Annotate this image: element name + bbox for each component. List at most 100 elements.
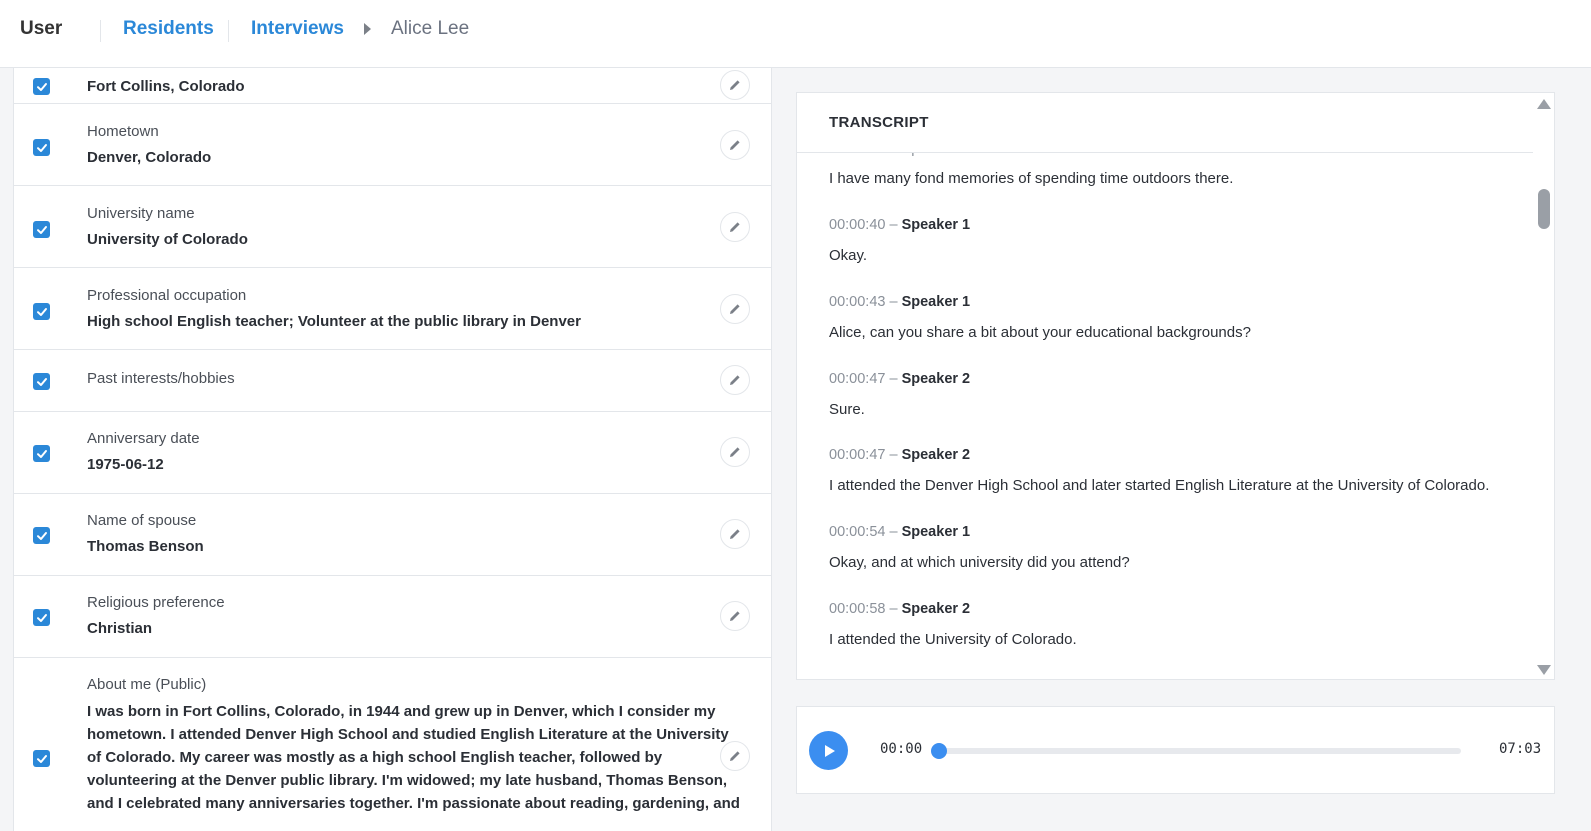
check-icon xyxy=(36,143,47,152)
about-line: I was born in Fort Collins, Colorado, in… xyxy=(87,703,716,720)
resident-fields-list: Fort Collins, Colorado Hometown Denver, … xyxy=(13,68,772,831)
field-row-hometown: Hometown Denver, Colorado xyxy=(14,104,771,186)
check-icon xyxy=(36,377,47,386)
field-row-birthplace: Fort Collins, Colorado xyxy=(14,68,771,104)
transcript-meta: 00:00:40 – Speaker 1 xyxy=(829,217,1519,239)
edit-button[interactable] xyxy=(720,212,750,242)
transcript-header: TRANSCRIPT xyxy=(797,93,1533,153)
field-label: Professional occupation xyxy=(87,287,247,304)
about-line: hometown. I attended Denver High School … xyxy=(87,726,729,743)
transcript-speaker: Speaker 1 xyxy=(901,294,971,310)
transcript-separator: – xyxy=(889,601,898,617)
field-checkbox[interactable] xyxy=(33,303,50,320)
field-value: 1975-06-12 xyxy=(87,456,164,473)
transcript-separator: – xyxy=(889,217,898,233)
transcript-separator: – xyxy=(889,294,898,310)
pencil-icon xyxy=(730,80,740,90)
check-icon xyxy=(36,449,47,458)
transcript-text: Sure. xyxy=(829,401,865,418)
transcript-text: Alice, can you share a bit about your ed… xyxy=(829,324,1251,341)
field-label: Anniversary date xyxy=(87,430,200,447)
field-checkbox[interactable] xyxy=(33,750,50,767)
about-line: and I celebrated many anniversaries toge… xyxy=(87,795,740,812)
edit-button[interactable] xyxy=(720,294,750,324)
transcript-time: 00:00:47 xyxy=(829,447,886,463)
pencil-icon xyxy=(730,375,740,385)
transcript-text: Okay. xyxy=(829,247,868,264)
scroll-up-arrow-icon[interactable] xyxy=(1537,99,1551,109)
transcript-scrollbar[interactable] xyxy=(1533,93,1554,679)
transcript-time: 00:00:58 xyxy=(829,601,886,617)
transcript-separator: – xyxy=(889,447,898,463)
edit-button[interactable] xyxy=(720,601,750,631)
edit-button[interactable] xyxy=(720,437,750,467)
check-icon xyxy=(36,82,47,91)
scroll-down-arrow-icon[interactable] xyxy=(1537,665,1551,675)
check-icon xyxy=(36,613,47,622)
transcript-entry: 00:00:47 – Speaker 2 Sure. xyxy=(829,371,1519,418)
transcript-meta: 00:00:58 – Speaker 2 xyxy=(829,601,1519,623)
transcript-text: I attended the University of Colorado. xyxy=(829,631,1077,648)
transcript-time: 00:00:40 xyxy=(829,217,886,233)
transcript-meta: 00:00:47 – Speaker 2 xyxy=(829,447,1519,469)
check-icon xyxy=(36,307,47,316)
transcript-speaker: Speaker 1 xyxy=(901,217,971,233)
pencil-icon xyxy=(730,140,740,150)
play-icon xyxy=(824,744,835,757)
field-checkbox[interactable] xyxy=(33,139,50,156)
field-row-occupation: Professional occupation High school Engl… xyxy=(14,268,771,350)
transcript-time: 00:00:47 xyxy=(829,371,886,387)
field-label: About me (Public) xyxy=(87,676,207,693)
field-row-religion: Religious preference Christian xyxy=(14,576,771,658)
field-label: Past interests/hobbies xyxy=(87,370,235,387)
progress-slider[interactable] xyxy=(931,743,1461,759)
edit-button[interactable] xyxy=(720,741,750,771)
transcript-text: Okay, and at which university did you at… xyxy=(829,554,1130,571)
field-label: Hometown xyxy=(87,123,159,140)
field-value: Denver, Colorado xyxy=(87,149,212,166)
field-value: Christian xyxy=(87,620,153,637)
edit-button[interactable] xyxy=(720,70,750,100)
about-line: of Colorado. My career was mostly as a h… xyxy=(87,749,663,766)
breadcrumb-interviews[interactable]: Interviews xyxy=(251,18,344,40)
field-row-about: About me (Public) I was born in Fort Col… xyxy=(14,658,771,831)
pencil-icon xyxy=(730,447,740,457)
user-menu[interactable]: User xyxy=(20,18,62,40)
field-checkbox[interactable] xyxy=(33,445,50,462)
field-label: Religious preference xyxy=(87,594,225,611)
divider xyxy=(228,20,229,42)
field-checkbox[interactable] xyxy=(33,221,50,238)
field-value: Fort Collins, Colorado xyxy=(87,78,245,95)
edit-button[interactable] xyxy=(720,130,750,160)
breadcrumb-current: Alice Lee xyxy=(391,18,470,39)
transcript-speaker: Speaker 2 xyxy=(901,371,971,387)
breadcrumb-residents[interactable]: Residents xyxy=(123,18,214,40)
field-row-university: University name University of Colorado xyxy=(14,186,771,268)
scrollbar-thumb[interactable] xyxy=(1538,189,1550,229)
edit-button[interactable] xyxy=(720,365,750,395)
transcript-meta: 00:00:47 – Speaker 2 xyxy=(829,371,1519,393)
field-row-spouse: Name of spouse Thomas Benson xyxy=(14,494,771,576)
field-checkbox[interactable] xyxy=(33,527,50,544)
transcript-separator: – xyxy=(889,524,898,540)
field-label: Name of spouse xyxy=(87,512,197,529)
pencil-icon xyxy=(730,611,740,621)
edit-button[interactable] xyxy=(720,519,750,549)
transcript-time: 00:00:54 xyxy=(829,524,886,540)
pencil-icon xyxy=(730,751,740,761)
field-value: Thomas Benson xyxy=(87,538,204,555)
progress-knob[interactable] xyxy=(931,743,947,759)
field-checkbox[interactable] xyxy=(33,373,50,390)
transcript-entry: 00:00:47 – Speaker 2 I attended the Denv… xyxy=(829,447,1519,494)
field-checkbox[interactable] xyxy=(33,78,50,95)
check-icon xyxy=(36,225,47,234)
pencil-icon xyxy=(730,304,740,314)
field-value: I was born in Fort Collins, Colorado, in… xyxy=(87,700,740,815)
divider xyxy=(100,20,101,42)
play-button[interactable] xyxy=(809,731,848,770)
transcript-entry: 00:00:40 – Speaker 1 Okay. xyxy=(829,217,1519,264)
field-row-hobbies: Past interests/hobbies xyxy=(14,350,771,412)
field-checkbox[interactable] xyxy=(33,609,50,626)
transcript-panel: 00:00:36 – Speaker 2 TRANSCRIPT I have m… xyxy=(796,92,1555,680)
transcript-meta: 00:00:43 – Speaker 1 xyxy=(829,294,1519,316)
